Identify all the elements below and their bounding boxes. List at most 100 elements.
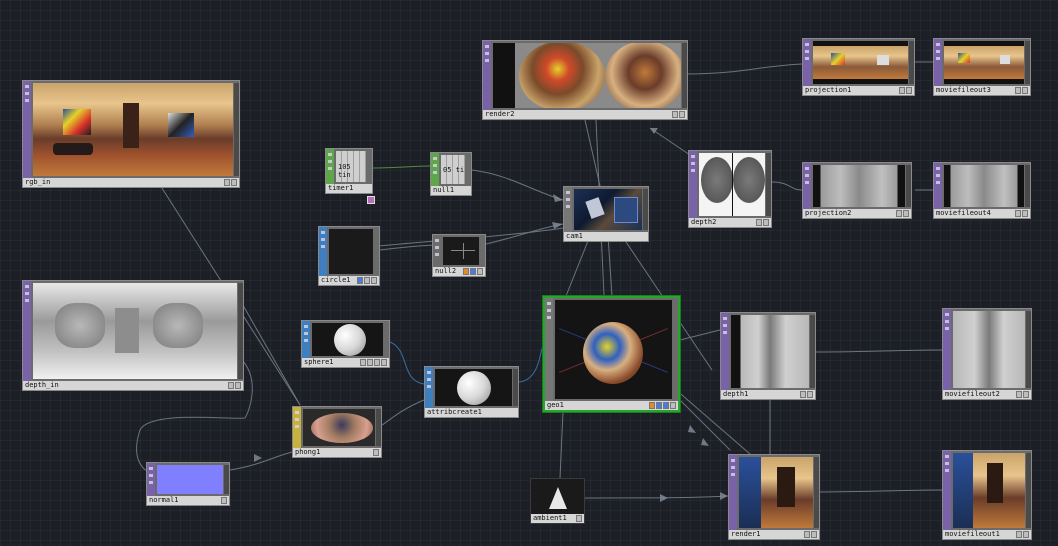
- node-label: phong1: [293, 448, 381, 457]
- op-type-strip: [302, 321, 310, 358]
- node-circle1[interactable]: circle1: [318, 226, 380, 286]
- wire: [649, 127, 691, 156]
- op-type-strip: [425, 367, 433, 408]
- door: [123, 103, 139, 148]
- node-projection2[interactable]: projection2: [802, 162, 912, 219]
- node-moviefileout2[interactable]: moviefileout2: [942, 308, 1032, 400]
- node-moviefileout4[interactable]: moviefileout4: [933, 162, 1031, 219]
- node-flags[interactable]: [800, 391, 813, 398]
- wire: [771, 181, 803, 191]
- op-type-strip: [803, 163, 811, 209]
- node-depth_in[interactable]: depth_in: [22, 280, 244, 391]
- wire: [584, 119, 601, 187]
- node-rgb_in[interactable]: rgb_in: [22, 80, 240, 188]
- node-viewer: [443, 237, 479, 265]
- node-flags[interactable]: [896, 210, 909, 217]
- wire: [679, 399, 731, 451]
- wire: [471, 169, 564, 201]
- node-flags[interactable]: [1015, 87, 1028, 94]
- node-attribcreate1[interactable]: attribcreate1: [424, 366, 519, 418]
- wire: [518, 345, 544, 383]
- wire: [485, 223, 564, 245]
- node-flags[interactable]: [899, 87, 912, 94]
- node-flags[interactable]: [228, 382, 241, 389]
- node-depth1[interactable]: depth1: [720, 312, 816, 400]
- node-depth2[interactable]: depth2: [688, 150, 772, 228]
- op-type-strip: [943, 309, 951, 390]
- node-viewer: [953, 311, 1025, 388]
- node-flags[interactable]: [360, 359, 387, 366]
- node-sphere1[interactable]: sphere1: [301, 320, 390, 368]
- node-viewer: [435, 369, 512, 406]
- node-flags[interactable]: [756, 219, 769, 226]
- node-null1[interactable]: 05 ti null1: [430, 152, 472, 196]
- wire: [381, 399, 425, 426]
- node-viewer: [493, 43, 681, 108]
- node-viewer: [739, 457, 813, 528]
- network-editor-canvas[interactable]: rgb_in depth_in 105 tin timer1 05 ti nul…: [0, 0, 1058, 546]
- wire: [815, 349, 943, 353]
- op-type-strip: [326, 149, 334, 184]
- op-type-strip: [431, 153, 439, 186]
- node-viewer: 105 tin: [336, 151, 366, 182]
- op-type-strip: [934, 39, 942, 86]
- node-null2[interactable]: null2: [432, 234, 486, 277]
- node-flags[interactable]: [463, 268, 483, 275]
- op-type-strip: [23, 281, 31, 381]
- node-moviefileout1[interactable]: moviefileout1: [942, 450, 1032, 540]
- node-moviefileout3[interactable]: moviefileout3: [933, 38, 1031, 96]
- node-viewer: [731, 315, 809, 388]
- node-phong1[interactable]: phong1: [292, 406, 382, 458]
- node-viewer: [33, 83, 233, 176]
- viewer-flag-icon[interactable]: [367, 196, 375, 204]
- op-type-strip: [689, 151, 697, 218]
- node-viewer: [953, 453, 1025, 528]
- node-normal1[interactable]: normal1: [146, 462, 230, 506]
- wire: [229, 451, 293, 471]
- node-flags[interactable]: [357, 277, 377, 284]
- wire: [559, 411, 564, 479]
- wire: [685, 63, 803, 75]
- node-flags[interactable]: [1015, 210, 1028, 217]
- node-viewer: [813, 165, 905, 207]
- node-label: cam1: [564, 232, 648, 241]
- op-type-strip: [729, 455, 737, 530]
- op-type-strip: [803, 39, 811, 86]
- chop-value: 105 tin: [338, 163, 351, 179]
- node-flags[interactable]: [373, 449, 379, 456]
- node-label: depth_in: [23, 381, 243, 390]
- wire: [679, 329, 721, 341]
- node-label: timer1: [326, 184, 372, 193]
- node-flags[interactable]: [1016, 391, 1029, 398]
- painting-left: [63, 109, 91, 135]
- node-viewer: [813, 41, 908, 84]
- node-projection1[interactable]: projection1: [802, 38, 915, 96]
- op-type-strip: [483, 41, 491, 110]
- wire: [239, 299, 301, 406]
- node-flags[interactable]: [672, 111, 685, 118]
- wire: [607, 235, 613, 297]
- node-viewer: [574, 189, 642, 230]
- op-type-strip: [934, 163, 942, 209]
- node-label: projection1: [803, 86, 914, 95]
- node-render2[interactable]: render2: [482, 40, 688, 120]
- node-flags[interactable]: [804, 531, 817, 538]
- node-flags[interactable]: [1016, 531, 1029, 538]
- node-ambient1[interactable]: ambient1: [530, 478, 585, 524]
- op-type-strip: [545, 298, 553, 401]
- node-label: rgb_in: [23, 178, 239, 187]
- op-type-strip: [293, 407, 301, 448]
- sofa: [53, 143, 93, 155]
- node-flags[interactable]: [224, 179, 237, 186]
- node-flags[interactable]: [576, 515, 582, 522]
- node-timer1[interactable]: 105 tin timer1: [325, 148, 373, 194]
- node-cam1[interactable]: cam1: [563, 186, 649, 242]
- node-geo1[interactable]: geo1: [543, 296, 680, 412]
- wire: [389, 341, 425, 385]
- node-viewer: [312, 323, 383, 356]
- node-render1[interactable]: render1: [728, 454, 820, 540]
- op-type-strip: [319, 227, 327, 276]
- op-type-strip: [147, 463, 155, 496]
- node-flags[interactable]: [221, 497, 227, 504]
- node-flags[interactable]: [649, 402, 676, 409]
